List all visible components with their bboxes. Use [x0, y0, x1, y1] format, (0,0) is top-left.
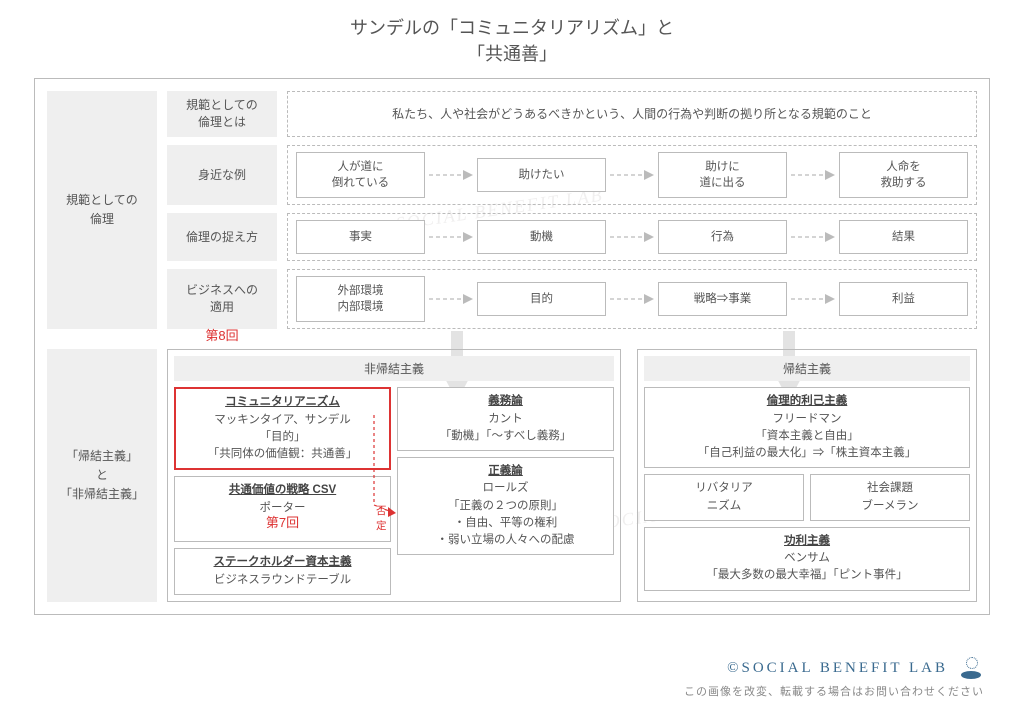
arrow-right-icon [791, 293, 835, 305]
theory-card: 義務論カント「動機」「～すべし義務」 [397, 387, 614, 451]
title-line1: サンデルの「コミュニタリアリズム」と [0, 14, 1024, 40]
theory-card: 功利主義ベンサム「最大多数の最大幸福」「ピント事件」 [644, 527, 970, 591]
card-line: 社会課題 ブーメラン [815, 480, 965, 515]
footer-note: この画像を改変、転載する場合はお問い合わせください [684, 683, 984, 699]
card-line: 「最大多数の最大幸福」「ピント事件」 [649, 567, 965, 584]
arrow-right-icon [610, 293, 654, 305]
card-line: マッキンタイア、サンデル [180, 412, 385, 429]
theory-card: 共通価値の戦略 CSVポーター第7回 [174, 476, 391, 542]
title-line2: 「共通善」 [0, 40, 1024, 66]
card-line: ・弱い立場の人々への配慮 [402, 532, 609, 549]
lesson-tag: 第7回 [179, 513, 386, 533]
theory-card: リバタリア ニズム [644, 474, 804, 521]
row-label: 身近な例 [167, 145, 277, 205]
flow-node: 目的 [477, 282, 606, 316]
card-line: 「動機」「～すべし義務」 [402, 428, 609, 445]
theory-card: 正義論ロールズ「正義の２つの原則」・自由、平等の権利・弱い立場の人々への配慮 [397, 457, 614, 555]
card-heading: 功利主義 [649, 533, 965, 550]
column-consequentialism: 帰結主義 倫理的利己主義フリードマン「資本主義と自由」「自己利益の最大化」⇒「株… [637, 349, 977, 602]
brand: ©SOCIAL BENEFIT LAB [727, 657, 984, 679]
flow-row: 人が道に 倒れている 助けたい 助けに 道に出る 人命を 救助する [287, 145, 977, 205]
card-line: 「正義の２つの原則」 [402, 498, 609, 515]
section1-row: ビジネスへの 適用第8回外部環境 内部環境 目的 戦略⇒事業 利益 [167, 269, 977, 329]
section2-label: 「帰結主義」 と 「非帰結主義」 [47, 349, 157, 602]
section1-label: 規範としての 倫理 [47, 91, 157, 329]
sub-row: リバタリア ニズム社会課題 ブーメラン [644, 474, 970, 521]
card-line: ビジネスラウンドテーブル [179, 572, 386, 589]
card-heading: 義務論 [402, 393, 609, 410]
theory-card: 倫理的利己主義フリードマン「資本主義と自由」「自己利益の最大化」⇒「株主資本主義… [644, 387, 970, 468]
theory-card: コミュニタリアニズムマッキンタイア、サンデル「目的」「共同体の価値観：共通善」 [174, 387, 391, 470]
card-line: ロールズ [402, 480, 609, 497]
flow-node: 助けたい [477, 158, 606, 192]
lesson-tag: 第8回 [205, 327, 238, 345]
flow-node: 行為 [658, 220, 787, 254]
flow-row: 事実 動機 行為 結果 [287, 213, 977, 261]
arrow-right-icon [791, 169, 835, 181]
footer: ©SOCIAL BENEFIT LAB この画像を改変、転載する場合はお問い合わ… [684, 657, 984, 699]
card-line: リバタリア ニズム [649, 480, 799, 515]
flow-node: 利益 [839, 282, 968, 316]
arrow-right-icon [610, 169, 654, 181]
theory-card: 社会課題 ブーメラン [810, 474, 970, 521]
row-label: 規範としての 倫理とは [167, 91, 277, 137]
card-line: フリードマン [649, 411, 965, 428]
section-ethics-as-norm: 規範としての 倫理 規範としての 倫理とは私たち、人や社会がどうあるべきかという… [47, 91, 977, 329]
arrow-right-icon [610, 231, 654, 243]
flow-node: 外部環境 内部環境 [296, 276, 425, 322]
section1-row: 倫理の捉え方事実 動機 行為 結果 [167, 213, 977, 261]
arrow-right-icon [791, 231, 835, 243]
flow-node: 動機 [477, 220, 606, 254]
row-label: ビジネスへの 適用第8回 [167, 269, 277, 329]
row-text: 私たち、人や社会がどうあるべきかという、人間の行為や判断の拠り所となる規範のこと [287, 91, 977, 137]
card-heading: 共通価値の戦略 CSV [179, 482, 386, 499]
card-line: 「共同体の価値観：共通善」 [180, 446, 385, 463]
flow-node: 戦略⇒事業 [658, 282, 787, 316]
arrow-right-icon [429, 231, 473, 243]
card-line: 「目的」 [180, 429, 385, 446]
flow-node: 助けに 道に出る [658, 152, 787, 198]
column-non-consequentialism: 非帰結主義 コミュニタリアニズムマッキンタイア、サンデル「目的」「共同体の価値観… [167, 349, 621, 602]
page-title: サンデルの「コミュニタリアリズム」と 「共通善」 [0, 0, 1024, 70]
card-line: 「資本主義と自由」 [649, 428, 965, 445]
card-line: 「自己利益の最大化」⇒「株主資本主義」 [649, 445, 965, 462]
flow-node: 人命を 救助する [839, 152, 968, 198]
flow-node: 事実 [296, 220, 425, 254]
flow-node: 結果 [839, 220, 968, 254]
flow-node: 人が道に 倒れている [296, 152, 425, 198]
brand-text: ©SOCIAL BENEFIT LAB [727, 660, 948, 677]
section-consequentialism: 「帰結主義」 と 「非帰結主義」 非帰結主義 コミュニタリアニズムマッキンタイア… [47, 349, 977, 602]
diagram-frame: SOCIAL BENEFIT LAB SOCIAL BENEFIT LAB 規範… [34, 78, 990, 615]
arrow-right-icon [429, 169, 473, 181]
row-label: 倫理の捉え方 [167, 213, 277, 261]
card-heading: ステークホルダー資本主義 [179, 554, 386, 571]
col-header: 非帰結主義 [174, 356, 614, 381]
card-heading: 正義論 [402, 463, 609, 480]
arrow-right-icon [429, 293, 473, 305]
col-header: 帰結主義 [644, 356, 970, 381]
card-line: カント [402, 411, 609, 428]
flow-row: 外部環境 内部環境 目的 戦略⇒事業 利益 [287, 269, 977, 329]
logo-icon [958, 657, 984, 679]
section1-row: 身近な例人が道に 倒れている 助けたい 助けに 道に出る 人命を 救助する [167, 145, 977, 205]
section1-row: 規範としての 倫理とは私たち、人や社会がどうあるべきかという、人間の行為や判断の… [167, 91, 977, 137]
card-heading: コミュニタリアニズム [180, 394, 385, 411]
card-line: ・自由、平等の権利 [402, 515, 609, 532]
card-heading: 倫理的利己主義 [649, 393, 965, 410]
card-line: ベンサム [649, 550, 965, 567]
theory-card: ステークホルダー資本主義ビジネスラウンドテーブル [174, 548, 391, 595]
